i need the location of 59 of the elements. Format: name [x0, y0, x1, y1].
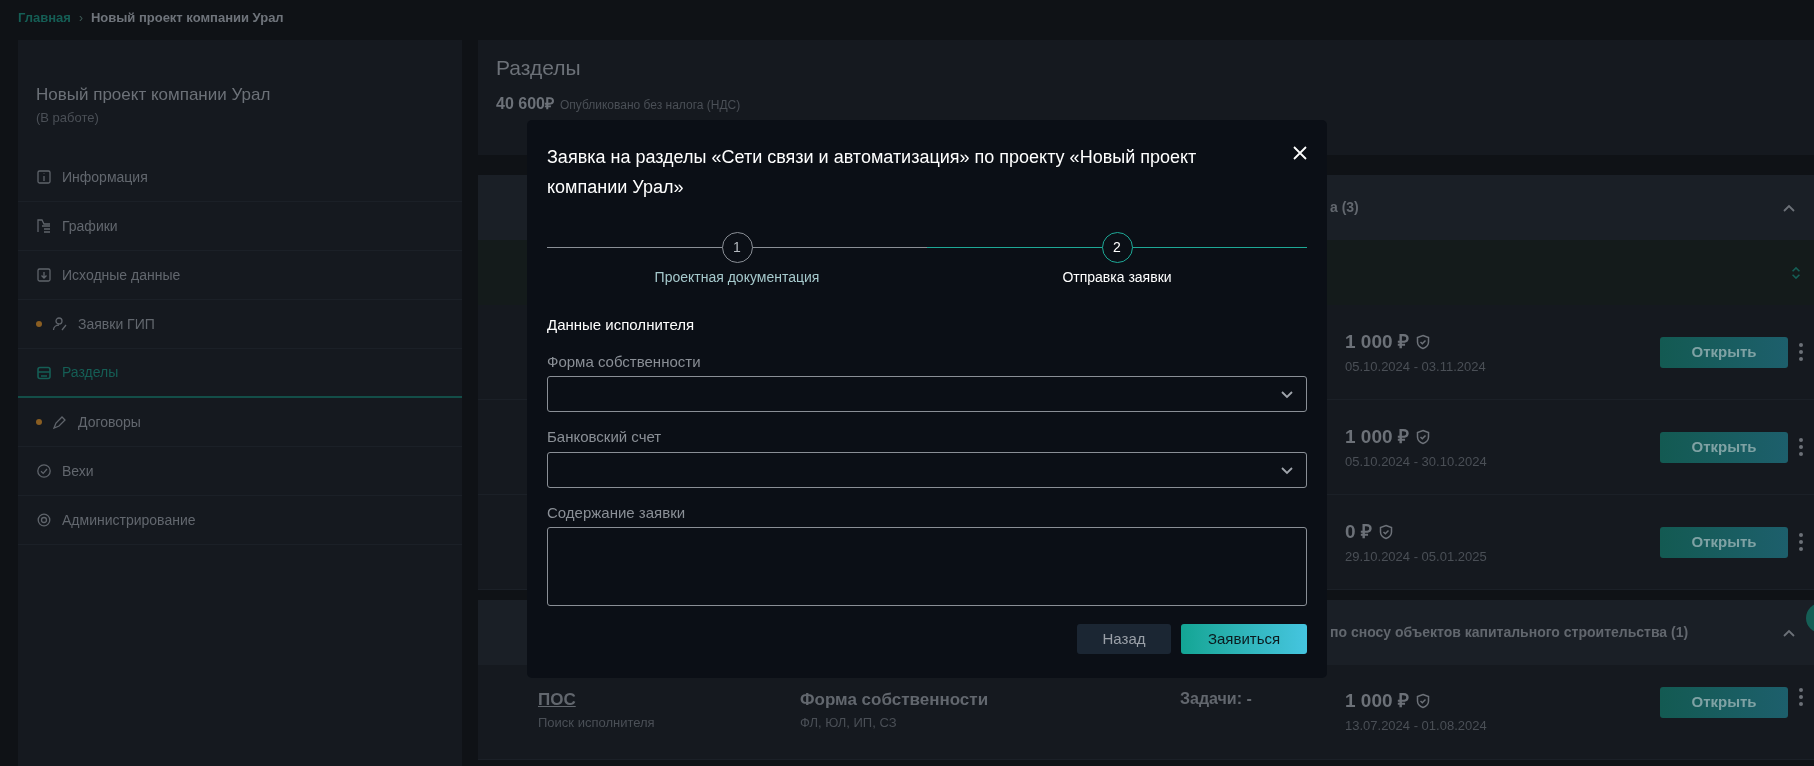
- sidebar-item[interactable]: Администрирование: [18, 496, 462, 545]
- sidebar-item[interactable]: Вехи: [18, 447, 462, 496]
- info-icon: [36, 169, 52, 185]
- price: 0 ₽: [1345, 520, 1372, 544]
- shield-check-icon: [1414, 693, 1431, 710]
- total-amount: 40 600₽: [496, 93, 554, 114]
- breadcrumb-separator: ›: [78, 10, 83, 27]
- download-box-icon: [36, 267, 52, 283]
- shield-check-icon: [1414, 429, 1431, 446]
- field-label: Форма собственности: [547, 351, 702, 372]
- section-link[interactable]: ПОС: [538, 687, 576, 713]
- open-button[interactable]: Открыть: [1660, 336, 1788, 368]
- group-title: а (3): [1330, 198, 1360, 217]
- sidebar-item[interactable]: Договоры: [18, 398, 462, 447]
- breadcrumb-current: Новый проект компании Урал: [90, 9, 284, 28]
- step-label: Проектная документация: [654, 268, 820, 287]
- more-icon[interactable]: [1798, 342, 1804, 362]
- tasks-count: Задачи: -: [1180, 689, 1253, 709]
- folder-icon: [36, 364, 52, 381]
- ownership-label: Форма собственности: [800, 689, 990, 711]
- group-title: по сносу объектов капитального строительства (1): [1330, 623, 1690, 642]
- section-heading: Данные исполнителя: [547, 315, 696, 335]
- price: 1 000 ₽: [1345, 425, 1409, 449]
- shield-check-icon: [1377, 524, 1394, 541]
- step-number: 1: [721, 232, 753, 263]
- field-label: Банковский счет: [547, 427, 663, 447]
- close-icon[interactable]: [1293, 146, 1307, 160]
- sidebar-item[interactable]: Разделы: [18, 349, 462, 398]
- sidebar-item[interactable]: Графики: [18, 202, 462, 251]
- shield-check-icon: [1414, 334, 1431, 351]
- submit-button[interactable]: Заявиться: [1181, 624, 1307, 654]
- step-item[interactable]: 1 Проектная документация: [547, 232, 927, 288]
- select-field[interactable]: [547, 376, 1307, 412]
- user-icon: [52, 316, 68, 332]
- check-circle-icon: [36, 463, 52, 479]
- price: 1 000 ₽: [1345, 330, 1409, 354]
- more-icon[interactable]: [1798, 687, 1804, 707]
- field-label: Содержание заявки: [547, 502, 687, 523]
- back-button[interactable]: Назад: [1077, 624, 1171, 654]
- more-icon[interactable]: [1798, 532, 1804, 552]
- sort-icon[interactable]: [1790, 264, 1802, 281]
- step-item[interactable]: 2 Отправка заявки: [927, 232, 1307, 288]
- step-label: Отправка заявки: [1062, 268, 1172, 287]
- sidebar-item[interactable]: Информация: [18, 153, 462, 202]
- sidebar-item[interactable]: Исходные данные: [18, 251, 462, 300]
- step-number: 2: [1101, 232, 1133, 263]
- open-button[interactable]: Открыть: [1660, 526, 1788, 558]
- sidebar-item[interactable]: Заявки ГИП: [18, 300, 462, 349]
- select-field[interactable]: [547, 451, 1307, 488]
- more-icon[interactable]: [1798, 437, 1804, 457]
- breadcrumb-link[interactable]: Главная: [18, 8, 71, 28]
- text-area[interactable]: [547, 527, 1307, 606]
- modal-title: Заявка на разделы «Сети связи и автоматизация» по проекту «Новый проект компании Урал»: [547, 146, 1198, 199]
- pen-icon: [52, 414, 68, 430]
- open-button[interactable]: Открыть: [1660, 687, 1788, 718]
- price: 1 000 ₽: [1345, 689, 1409, 713]
- project-title: Новый проект компании Урал: [36, 84, 272, 106]
- open-button[interactable]: Открыть: [1660, 431, 1788, 463]
- page-title: Разделы: [496, 55, 582, 81]
